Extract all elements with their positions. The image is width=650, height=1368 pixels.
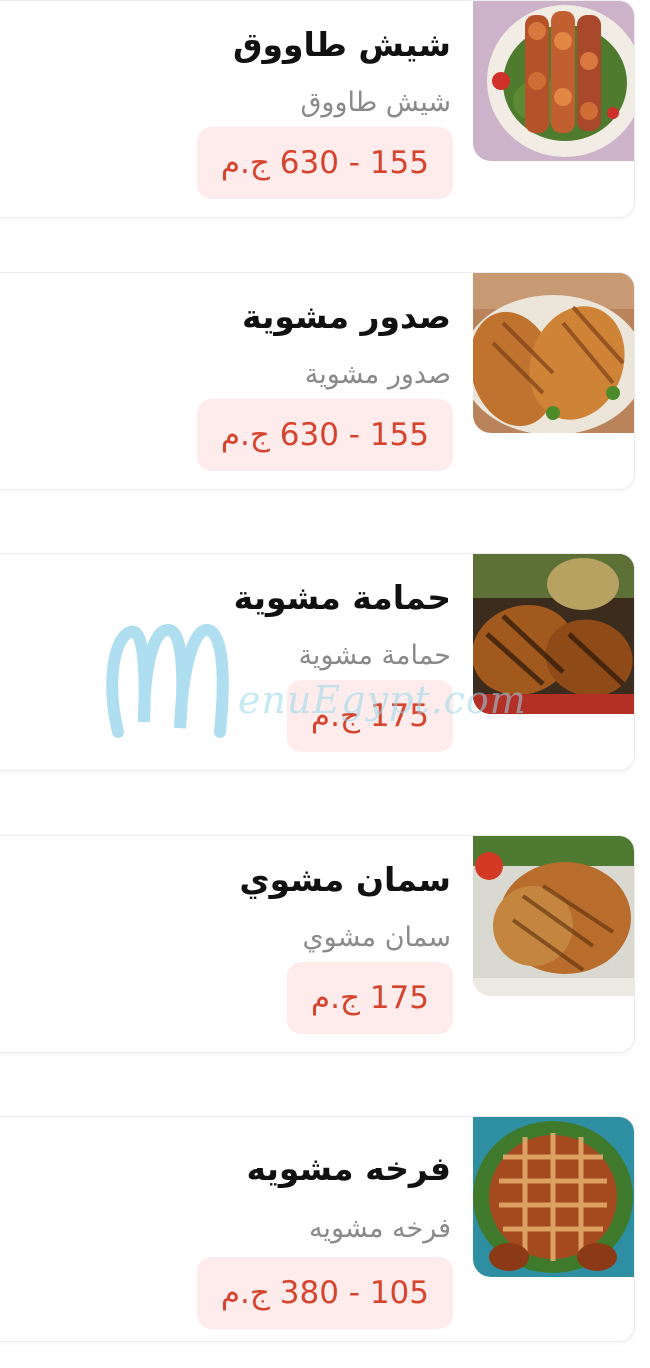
item-description: سمان مشوي [302,922,452,953]
item-description: شيش طاووق [300,87,451,118]
item-description: حمامة مشوية [298,640,451,671]
price-text: 175 ج.م [310,980,429,1016]
item-description: فرخه مشويه [308,1213,451,1244]
grilled-breasts-photo [473,273,634,433]
menu-item-card[interactable]: صدور مشوية صدور مشوية 155 - 630 ج.م [0,272,635,490]
grilled-quail-photo [473,836,634,996]
shish-tawook-photo [473,1,634,161]
item-title: شيش طاووق [232,25,451,64]
price-text: 175 ج.م [310,698,429,734]
grilled-chicken-photo [473,1117,634,1277]
price-badge: 175 ج.م [286,962,453,1034]
price-badge: 155 - 630 ج.م [196,399,453,471]
price-text: 155 - 630 ج.م [220,145,429,181]
menu-list: شيش طاووق شيش طاووق 155 - 630 ج.م صدور م… [0,0,650,1368]
price-badge: 155 - 630 ج.م [196,127,453,199]
menu-item-card[interactable]: فرخه مشويه فرخه مشويه 105 - 380 ج.م [0,1116,635,1342]
price-text: 105 - 380 ج.م [220,1275,429,1311]
price-text: 155 - 630 ج.م [220,417,429,453]
item-description: صدور مشوية [304,359,451,390]
price-badge: 105 - 380 ج.م [196,1257,453,1329]
item-title: سمان مشوي [239,860,451,899]
menu-item-card[interactable]: حمامة مشوية حمامة مشوية 175 ج.م [0,553,635,771]
grilled-pigeon-photo [473,554,634,714]
item-title: حمامة مشوية [233,578,451,617]
item-title: صدور مشوية [241,297,451,336]
menu-item-card[interactable]: سمان مشوي سمان مشوي 175 ج.م [0,835,635,1053]
menu-item-card[interactable]: شيش طاووق شيش طاووق 155 - 630 ج.م [0,0,635,218]
item-title: فرخه مشويه [246,1149,451,1188]
price-badge: 175 ج.م [286,680,453,752]
